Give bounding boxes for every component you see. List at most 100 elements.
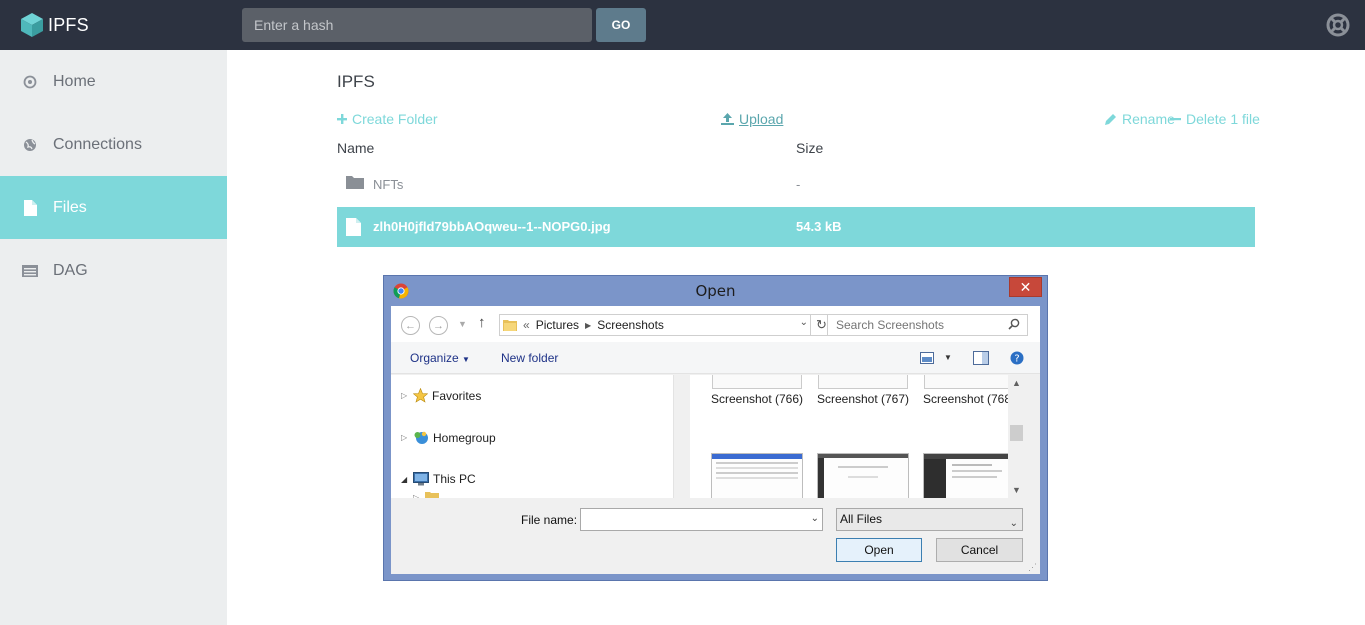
upload-button[interactable]: Upload xyxy=(721,111,783,127)
file-thumbnail[interactable] xyxy=(923,453,1015,498)
tree-item-this-pc[interactable]: ◢ This PC xyxy=(401,472,476,486)
folder-icon xyxy=(503,320,517,331)
open-button[interactable]: Open xyxy=(836,538,922,562)
column-header-size[interactable]: Size xyxy=(796,140,823,156)
delete-label: Delete 1 file xyxy=(1186,111,1260,127)
tree-item-favorites[interactable]: ▷ Favorites xyxy=(401,388,481,403)
star-icon xyxy=(413,388,428,403)
create-folder-button[interactable]: Create Folder xyxy=(337,111,438,127)
file-name-input[interactable]: ⌄ xyxy=(580,508,823,531)
resize-grip-icon[interactable]: ⋰ xyxy=(1028,562,1037,573)
go-button[interactable]: GO xyxy=(596,8,646,42)
chevron-right-icon[interactable]: ▶ xyxy=(585,321,591,330)
column-header-name[interactable]: Name xyxy=(337,140,374,156)
pencil-icon xyxy=(1105,114,1116,125)
top-bar: IPFS GO xyxy=(0,0,1365,50)
sidebar-item-connections[interactable]: Connections xyxy=(0,113,227,176)
forward-arrow-icon[interactable]: → xyxy=(429,316,448,335)
tree-item-homegroup[interactable]: ▷ Homegroup xyxy=(401,430,496,445)
computer-icon xyxy=(413,472,429,486)
files-scrollbar[interactable]: ▲ ▼ xyxy=(1008,375,1025,498)
folder-icon xyxy=(346,175,364,192)
table-row[interactable]: NFTs - xyxy=(337,165,1255,205)
scroll-up-icon[interactable]: ▲ xyxy=(1008,378,1025,388)
row-size: - xyxy=(796,177,801,192)
address-bar[interactable]: « Pictures ▶ Screenshots ⌄ xyxy=(499,314,811,336)
collapse-arrow-icon[interactable]: ◢ xyxy=(401,475,411,484)
help-icon[interactable]: ? xyxy=(1010,351,1024,365)
back-arrow-icon[interactable]: ← xyxy=(401,316,420,335)
delete-button[interactable]: Delete 1 file xyxy=(1170,111,1260,127)
file-type-select[interactable]: All Files ⌄ xyxy=(836,508,1023,531)
plus-icon xyxy=(337,114,347,124)
file-view: Screenshot (766) Screenshot (767) Screen… xyxy=(690,375,1025,498)
table-row[interactable]: zlh0H0jfld79bbAOqweu--1--NOPG0.jpg 54.3 … xyxy=(337,207,1255,247)
view-options-icon[interactable] xyxy=(920,352,934,364)
ipfs-logo[interactable]: IPFS xyxy=(20,12,89,38)
file-thumbnail[interactable] xyxy=(817,453,909,498)
chrome-icon xyxy=(393,283,409,299)
sidebar-item-home[interactable]: Home xyxy=(0,50,227,113)
sidebar-item-label: Connections xyxy=(53,135,142,153)
dialog-navbar: ← → ▼ ↑ « Pictures ▶ Screenshots ⌄ ↻ xyxy=(391,306,1040,342)
address-segment[interactable]: Screenshots xyxy=(597,318,664,332)
organize-button[interactable]: Organize ▼ xyxy=(410,351,470,365)
sidebar-item-label: DAG xyxy=(53,261,88,279)
expand-arrow-icon[interactable]: ▷ xyxy=(401,433,411,442)
file-thumbnail[interactable] xyxy=(818,375,908,389)
sidebar-item-files[interactable]: Files xyxy=(0,176,227,239)
row-name: zlh0H0jfld79bbAOqweu--1--NOPG0.jpg xyxy=(373,219,611,234)
row-size: 54.3 kB xyxy=(796,219,842,234)
cancel-button[interactable]: Cancel xyxy=(936,538,1023,562)
sidebar-item-dag[interactable]: DAG xyxy=(0,239,227,302)
lifebuoy-icon[interactable] xyxy=(1326,13,1350,37)
file-name[interactable]: Screenshot (767) xyxy=(810,392,916,406)
expand-arrow-icon[interactable]: ▷ xyxy=(401,391,411,400)
file-icon xyxy=(22,199,38,216)
dialog-title: Open xyxy=(695,282,736,300)
logo-text: IPFS xyxy=(48,14,89,35)
open-file-dialog: Open ✕ ← → ▼ ↑ « Pictures ▶ Screenshots … xyxy=(383,275,1048,581)
globe-icon xyxy=(22,137,38,153)
scrollbar-thumb[interactable] xyxy=(1010,425,1023,441)
new-folder-button[interactable]: New folder xyxy=(501,351,558,365)
tree-item-label: Homegroup xyxy=(433,430,496,445)
dialog-footer: File name: ⌄ All Files ⌄ Open Cancel xyxy=(391,498,1040,574)
up-arrow-icon[interactable]: ↑ xyxy=(478,314,486,331)
recent-dropdown-icon[interactable]: ▼ xyxy=(458,319,467,329)
address-segment[interactable]: Pictures xyxy=(536,318,579,332)
dialog-toolbar: Organize ▼ New folder ▼ ? xyxy=(391,342,1040,374)
upload-icon xyxy=(721,113,734,125)
tree-item-label: This PC xyxy=(433,472,476,486)
search-input[interactable] xyxy=(827,314,1028,336)
search-icon xyxy=(1008,318,1020,330)
rename-label: Rename xyxy=(1122,111,1175,127)
tree-item-label: Favorites xyxy=(432,388,482,403)
file-name[interactable]: Screenshot (768) xyxy=(916,392,1022,406)
chevron-down-icon: ⌄ xyxy=(1009,518,1018,529)
file-thumbnail[interactable] xyxy=(712,375,802,389)
folder-icon xyxy=(425,492,439,498)
file-icon xyxy=(346,218,361,239)
svg-text:?: ? xyxy=(1014,354,1019,365)
file-thumbnail[interactable] xyxy=(924,375,1014,389)
file-name[interactable]: Screenshot (766) xyxy=(704,392,810,406)
preview-pane-icon[interactable] xyxy=(973,351,989,365)
file-thumbnail[interactable] xyxy=(711,453,803,498)
chevron-down-icon[interactable]: ⌄ xyxy=(800,317,808,328)
scroll-down-icon[interactable]: ▼ xyxy=(1008,485,1025,495)
sidebar-item-label: Files xyxy=(53,198,87,216)
target-icon xyxy=(22,74,38,90)
hash-input[interactable] xyxy=(242,8,592,42)
sidebar: Home Connections Files DAG xyxy=(0,50,227,625)
chevron-down-icon: ▼ xyxy=(462,355,470,364)
rename-button[interactable]: Rename xyxy=(1105,111,1175,127)
dialog-close-button[interactable]: ✕ xyxy=(1009,277,1042,297)
dialog-body: ← → ▼ ↑ « Pictures ▶ Screenshots ⌄ ↻ Org… xyxy=(391,306,1040,574)
upload-label: Upload xyxy=(739,111,784,127)
chevron-down-icon[interactable]: ⌄ xyxy=(811,513,819,524)
organize-label: Organize xyxy=(410,351,459,365)
tree-item-partial[interactable]: ▷ xyxy=(413,491,443,498)
navigation-pane: ▷ Favorites ▷ Homegroup ◢ This PC ▷ ▲ xyxy=(391,375,674,498)
chevron-down-icon[interactable]: ▼ xyxy=(944,353,952,362)
